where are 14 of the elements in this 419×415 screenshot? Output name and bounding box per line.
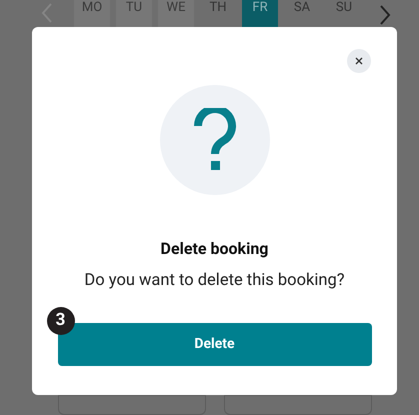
day-tab[interactable]: WE (158, 0, 194, 27)
chevron-right-icon[interactable] (378, 4, 392, 26)
day-tab[interactable]: TH (200, 0, 236, 27)
dialog-title: Delete booking (160, 238, 268, 259)
day-tab[interactable]: TU (116, 0, 152, 27)
close-button[interactable] (347, 48, 371, 73)
question-icon (192, 108, 236, 172)
day-tab[interactable]: MO (74, 0, 110, 27)
close-icon (355, 56, 363, 65)
day-tab[interactable]: SA (284, 0, 320, 27)
day-tab[interactable]: FR (242, 0, 278, 27)
dialog-message: Do you want to delete this booking? (84, 270, 345, 291)
day-tab[interactable]: SU (326, 0, 362, 27)
step-badge: 3 (46, 306, 74, 335)
